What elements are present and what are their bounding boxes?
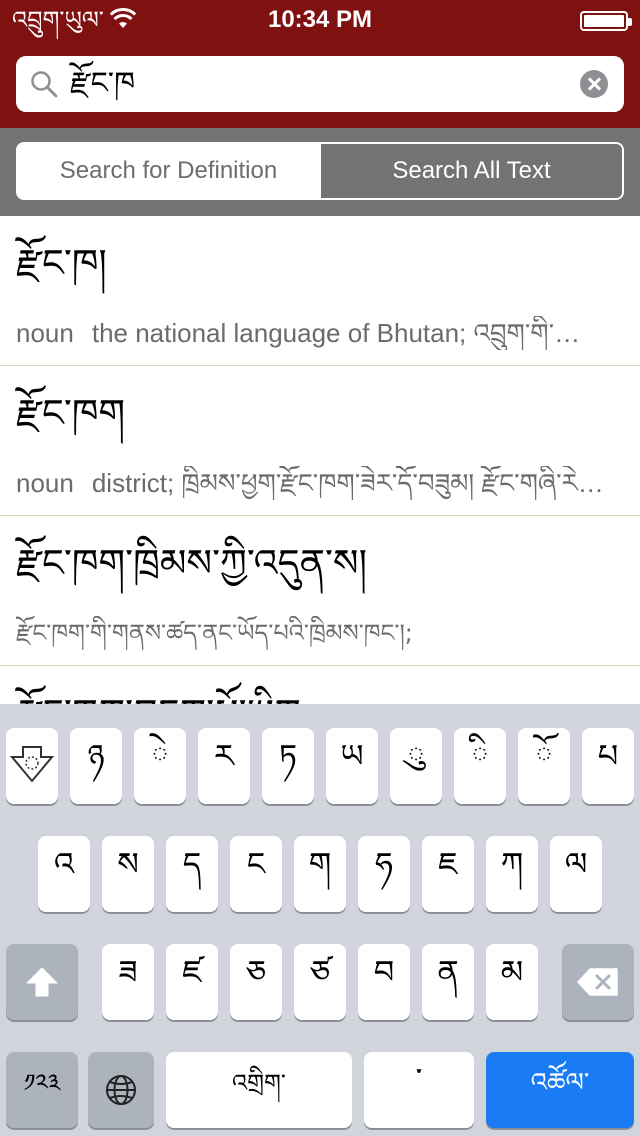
status-time: 10:34 PM: [267, 6, 373, 33]
status-bar: འབྲུག་ཡུལ་ 10:34 PM: [0, 0, 640, 40]
clear-search-button[interactable]: [580, 70, 608, 98]
key[interactable]: ུ: [390, 728, 442, 804]
shift-key[interactable]: [6, 944, 78, 1020]
definition-text: the national language of Bhutan; འབྲུག་ག…: [91, 318, 581, 348]
key[interactable]: པ: [582, 728, 634, 804]
key[interactable]: བ: [358, 944, 410, 1020]
search-mode-segmented-control: Search for Definition Search All Text: [16, 142, 624, 200]
part-of-speech: noun: [16, 468, 74, 498]
results-list: རྫོང་ཁ། noun the national language of Bhu…: [0, 216, 640, 704]
key[interactable]: ི: [454, 728, 506, 804]
key[interactable]: ཟ: [102, 944, 154, 1020]
key[interactable]: ཅ: [230, 944, 282, 1020]
key[interactable]: ཙ: [294, 944, 346, 1020]
search-input[interactable]: རྫོང་ཁ: [70, 64, 135, 104]
headword: རྫོང་ཁག་ཁྲིམས་ཀྱི་འདུན་ས།: [16, 541, 368, 585]
list-item[interactable]: རྫོང་ཁག་བདག་པོ་ཡིག: [0, 666, 640, 704]
headword: རྫོང་ཁག་བདག་པོ་ཡིག: [16, 688, 301, 704]
definition-preview: noun the national language of Bhutan; འབྲ…: [16, 316, 628, 350]
part-of-speech: noun: [16, 318, 74, 348]
key[interactable]: འ: [38, 836, 90, 912]
key[interactable]: ོ: [518, 728, 570, 804]
key[interactable]: ཇ: [422, 836, 474, 912]
search-icon: [31, 71, 58, 98]
segment-search-all-text[interactable]: Search All Text: [319, 144, 622, 198]
globe-key[interactable]: [88, 1052, 154, 1128]
definition-text: district; ཁྲིམས་ཕྱག་རྫོང་ཁག་ཟེར་དོ་བཟུམ།…: [91, 468, 604, 498]
definition-preview: རྫོང་ཁག་གི་གནས་ཚད་ནང་ཡོད་པའི་ཁྲིམས་ཁང་།;: [16, 616, 628, 650]
segment-search-definition[interactable]: Search for Definition: [18, 144, 319, 198]
search-mode-bar: Search for Definition Search All Text: [0, 128, 640, 216]
key[interactable]: ཀ: [486, 836, 538, 912]
key[interactable]: ད: [166, 836, 218, 912]
key[interactable]: ག: [294, 836, 346, 912]
delete-icon: [577, 968, 618, 996]
header-bar: འབྲུག་ཡུལ་ 10:34 PM རྫོང་ཁ: [0, 0, 640, 128]
search-field[interactable]: རྫོང་ཁ: [16, 56, 624, 112]
key[interactable]: ཏ: [262, 728, 314, 804]
key[interactable]: ང: [230, 836, 282, 912]
key[interactable]: ཡ: [326, 728, 378, 804]
definition-preview: noun district; ཁྲིམས་ཕྱག་རྫོང་ཁག་ཟེར་དོ་བ…: [16, 466, 628, 500]
tsheg-key[interactable]: ་: [364, 1052, 474, 1128]
key[interactable]: ལ: [550, 836, 602, 912]
list-item[interactable]: རྫོང་ཁ། noun the national language of Bhu…: [0, 216, 640, 366]
keyboard-dismiss-icon: [9, 746, 55, 783]
headword: རྫོང་ཁ།: [16, 241, 107, 285]
headword: རྫོང་ཁག: [16, 391, 126, 435]
battery-icon: [580, 11, 632, 31]
keyboard: ཉ ེ ར ཏ ཡ ུ ི ོ པ འ ས ད ང ག ཧ ཇ ཀ ལ ཟ ཛ …: [0, 704, 640, 1136]
key[interactable]: ན: [422, 944, 474, 1020]
key[interactable]: ས: [102, 836, 154, 912]
globe-icon: [106, 1075, 136, 1105]
key[interactable]: ེ: [134, 728, 186, 804]
key[interactable]: ཛ: [166, 944, 218, 1020]
numbers-key[interactable]: ༡༢༣: [6, 1052, 78, 1128]
definition-text: རྫོང་ཁག་གི་གནས་ཚད་ནང་ཡོད་པའི་ཁྲིམས་ཁང་།;: [16, 619, 413, 647]
delete-key[interactable]: [562, 944, 634, 1020]
dismiss-keyboard-button[interactable]: [6, 728, 58, 804]
key[interactable]: ཧ: [358, 836, 410, 912]
shift-icon: [26, 967, 58, 997]
key[interactable]: ཉ: [70, 728, 122, 804]
list-item[interactable]: རྫོང་ཁག་ཁྲིམས་ཀྱི་འདུན་ས། རྫོང་ཁག་གི་གནས…: [0, 516, 640, 666]
space-key[interactable]: འགྲིག་: [166, 1052, 352, 1128]
search-return-key[interactable]: འཚོལ་: [486, 1052, 634, 1128]
key[interactable]: ར: [198, 728, 250, 804]
key[interactable]: མ: [486, 944, 538, 1020]
list-item[interactable]: རྫོང་ཁག noun district; ཁྲིམས་ཕྱག་རྫོང་ཁག་…: [0, 366, 640, 516]
